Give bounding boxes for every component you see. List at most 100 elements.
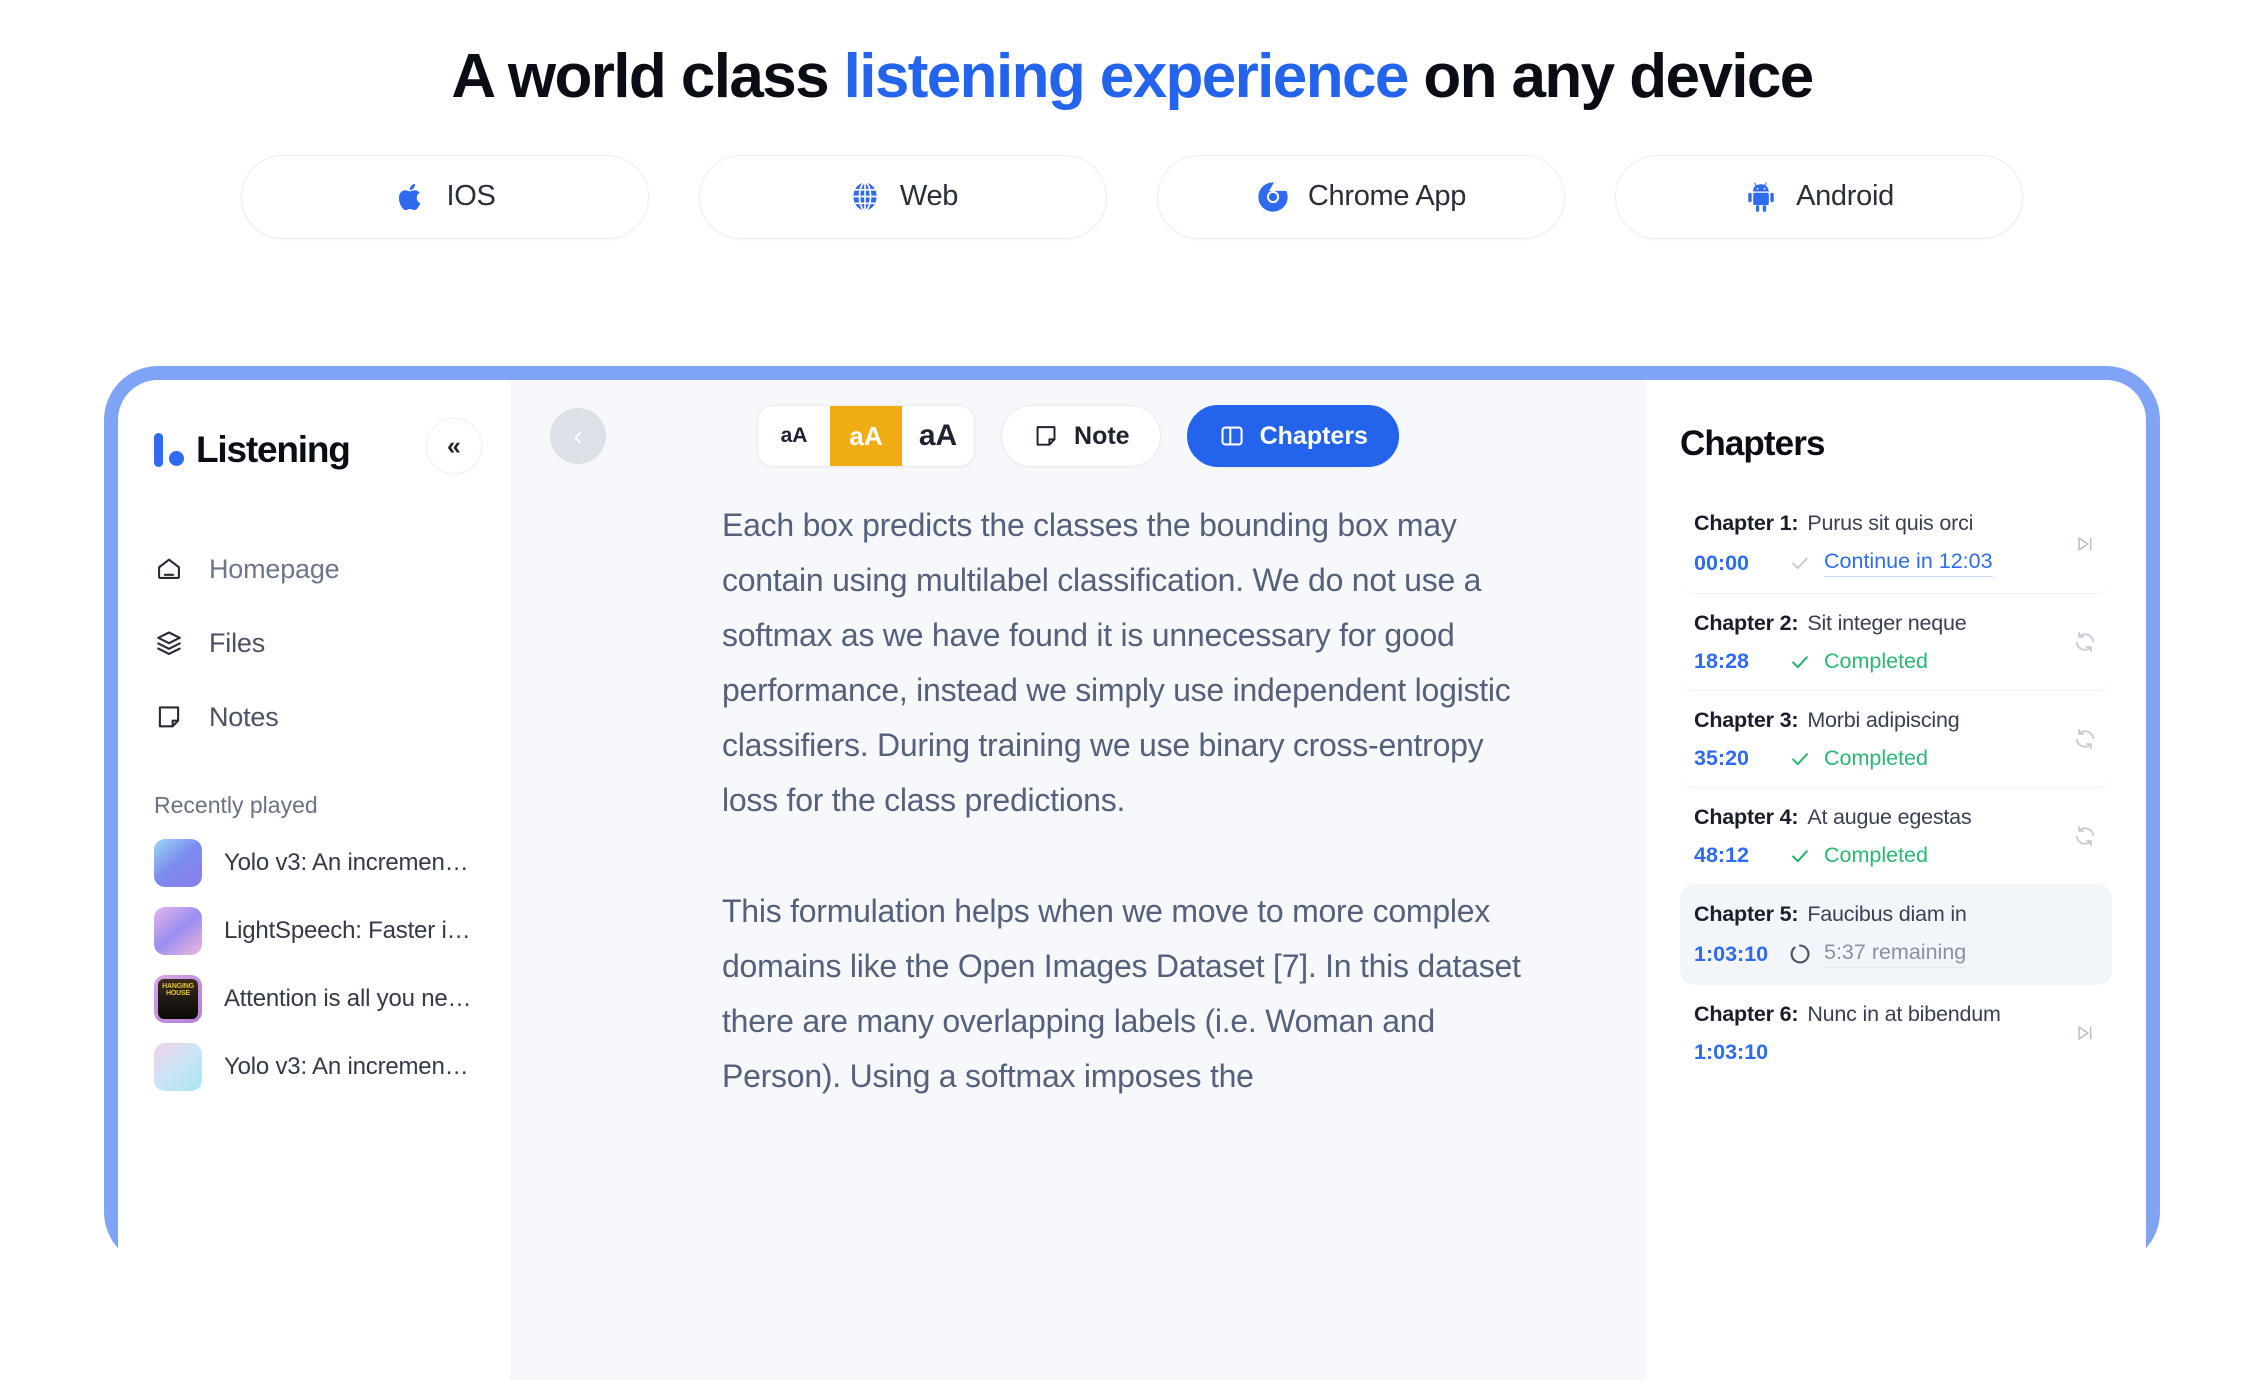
note-button-label: Note <box>1074 421 1130 450</box>
platform-button-ios[interactable]: IOS <box>241 154 649 239</box>
sidebar-item-notes[interactable]: Notes <box>118 680 510 754</box>
chapter-number: Chapter 2: <box>1694 611 1799 635</box>
chapter-heading: Chapter 6: Nunc in at bibendum <box>1694 1002 2098 1027</box>
home-icon <box>154 554 184 584</box>
chapter-heading: Chapter 4: At augue egestas <box>1694 805 2098 830</box>
list-item-label: Yolo v3: An incremental... <box>224 849 474 876</box>
chapter-number: Chapter 4: <box>1694 805 1799 829</box>
chapters-panel-title: Chapters <box>1680 424 1825 463</box>
sidebar-label-homepage: Homepage <box>209 553 340 584</box>
replay-icon[interactable] <box>2072 726 2098 752</box>
app-window: Listening « Homepage Files Notes Recentl… <box>118 380 2146 1380</box>
chapter-name: Sit integer neque <box>1807 611 1967 635</box>
thumbnail <box>154 1043 202 1091</box>
chapter-time: 00:00 <box>1694 550 1749 575</box>
note-button[interactable]: Note <box>1001 405 1161 467</box>
platform-button-android[interactable]: Android <box>1615 154 2023 239</box>
font-size-large[interactable]: aA <box>902 406 974 466</box>
paragraph: This formulation helps when we move to m… <box>722 893 1521 1095</box>
panel-icon <box>1218 422 1246 450</box>
skip-next-icon[interactable] <box>2072 1020 2098 1046</box>
document-text: Each box predicts the classes the boundi… <box>510 492 1646 1104</box>
chapter-meta: 18:28 Completed <box>1694 649 2098 674</box>
sidebar: Listening « Homepage Files Notes Recentl… <box>118 380 510 1380</box>
apple-icon <box>394 180 428 214</box>
chapter-row[interactable]: Chapter 6: Nunc in at bibendum 1:03:10 <box>1680 985 2112 1081</box>
list-item[interactable]: LightSpeech: Faster inf... <box>118 897 510 965</box>
reader-pane: ‹ aA aA aA Note Chapters Each box predic… <box>510 380 1646 1380</box>
progress-spinner-icon <box>1788 942 1812 966</box>
back-button[interactable]: ‹ <box>550 408 606 464</box>
list-item-label: Attention is all you need... <box>224 985 474 1012</box>
platform-button-chrome[interactable]: Chrome App <box>1157 154 1565 239</box>
chapter-meta: 1:03:10 5:37 remaining <box>1694 940 2098 968</box>
chapter-number: Chapter 3: <box>1694 708 1799 732</box>
headline-part-2: on any device <box>1407 42 1814 111</box>
sidebar-item-files[interactable]: Files <box>118 606 510 680</box>
thumbnail <box>154 839 202 887</box>
chapter-heading: Chapter 5: Faucibus diam in <box>1694 902 2098 927</box>
font-size-medium[interactable]: aA <box>830 406 903 466</box>
chapter-row[interactable]: Chapter 3: Morbi adipiscing 35:20 Complet… <box>1680 691 2112 788</box>
list-item-label: LightSpeech: Faster inf... <box>224 917 474 944</box>
chapter-time: 48:12 <box>1694 843 1749 867</box>
layers-icon <box>154 628 184 658</box>
check-icon <box>1788 747 1812 771</box>
chapter-status: Completed <box>1788 746 1928 771</box>
chapter-meta: 1:03:10 <box>1694 1040 2098 1065</box>
sidebar-collapse-button[interactable]: « <box>426 418 482 474</box>
chapter-status: Completed <box>1788 649 1928 674</box>
list-item[interactable]: Yolo v3: An incremental... <box>118 1033 510 1101</box>
chapter-status-label: Completed <box>1824 649 1928 673</box>
paragraph: Each box predicts the classes the boundi… <box>722 507 1511 819</box>
chapter-time: 35:20 <box>1694 746 1749 770</box>
list-item[interactable]: HANGING HOUSE Attention is all you need.… <box>118 965 510 1033</box>
chapter-status: 5:37 remaining <box>1788 940 1967 968</box>
list-item-label: Yolo v3: An incremental... <box>224 1053 474 1080</box>
sidebar-label-files: Files <box>209 627 266 658</box>
sidebar-nav: Homepage Files Notes <box>118 532 510 754</box>
sidebar-label-notes: Notes <box>209 701 279 732</box>
chapter-name: Purus sit quis orci <box>1807 511 1974 535</box>
chapter-row-active[interactable]: Chapter 5: Faucibus diam in 1:03:10 5:37 … <box>1680 885 2112 985</box>
chapter-meta: 35:20 Completed <box>1694 746 2098 771</box>
replay-icon[interactable] <box>2072 823 2098 849</box>
app-preview-frame: Listening « Homepage Files Notes Recentl… <box>104 366 2160 1380</box>
skip-next-icon[interactable] <box>2072 531 2098 557</box>
font-size-small[interactable]: aA <box>758 406 830 466</box>
chapter-name: Morbi adipiscing <box>1807 708 1960 732</box>
chapter-status[interactable]: Continue in 12:03 <box>1788 549 1993 577</box>
platform-label-ios: IOS <box>446 180 496 213</box>
chevron-left-icon: ‹ <box>573 420 583 451</box>
chevron-double-left-icon: « <box>447 431 461 460</box>
chrome-icon <box>1256 180 1290 214</box>
recently-played-title: Recently played <box>154 792 318 818</box>
chapter-time: 1:03:10 <box>1694 941 1769 966</box>
chapter-time: 1:03:10 <box>1694 1040 1769 1064</box>
chapter-meta: 00:00 Continue in 12:03 <box>1694 549 2098 577</box>
chapter-status-label: Completed <box>1824 843 1928 867</box>
note-icon <box>1032 422 1060 450</box>
chapter-name: Nunc in at bibendum <box>1807 1002 2001 1026</box>
platform-button-web[interactable]: Web <box>699 154 1107 239</box>
check-icon <box>1788 650 1812 674</box>
sidebar-item-homepage[interactable]: Homepage <box>118 532 510 606</box>
chapter-row[interactable]: Chapter 4: At augue egestas 48:12 Complet… <box>1680 788 2112 885</box>
chapter-status-label: Completed <box>1824 746 1928 770</box>
toolbar-controls: aA aA aA Note Chapters <box>757 405 1399 467</box>
chapters-panel: Chapters Chapter 1: Purus sit quis orci 0… <box>1646 380 2146 1380</box>
chapter-number: Chapter 1: <box>1694 511 1799 535</box>
page-title: A world class listening experience on an… <box>0 0 2264 111</box>
chapter-meta: 48:12 Completed <box>1694 843 2098 868</box>
chapters-button[interactable]: Chapters <box>1186 405 1399 467</box>
check-icon <box>1788 844 1812 868</box>
chapter-row[interactable]: Chapter 1: Purus sit quis orci 00:00 Cont… <box>1680 494 2112 594</box>
platform-buttons: IOS Web Chrome App Android <box>0 154 2264 239</box>
chapter-row[interactable]: Chapter 2: Sit integer neque 18:28 Comple… <box>1680 594 2112 691</box>
font-size-selector: aA aA aA <box>757 405 976 467</box>
chapter-number: Chapter 5: <box>1694 902 1799 926</box>
brand-name: Listening <box>196 429 351 470</box>
replay-icon[interactable] <box>2072 629 2098 655</box>
list-item[interactable]: Yolo v3: An incremental... <box>118 829 510 897</box>
platform-label-chrome: Chrome App <box>1307 180 1467 213</box>
